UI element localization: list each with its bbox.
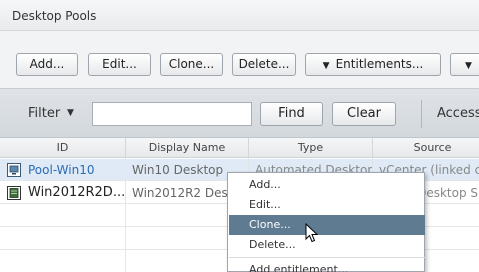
- column-header-display-name[interactable]: Display Name: [126, 138, 249, 158]
- title-bar: Desktop Pools: [0, 0, 479, 31]
- delete-button[interactable]: Delete...: [232, 53, 296, 76]
- dropdown-arrow-icon[interactable]: ▼: [67, 108, 74, 118]
- context-menu-add[interactable]: Add...: [229, 175, 425, 195]
- pool-id-link[interactable]: Win2012R2D...: [22, 182, 126, 204]
- pool-desktop-icon: [7, 163, 21, 177]
- dropdown-arrow-icon: ▼: [322, 61, 330, 71]
- clear-button[interactable]: Clear: [332, 102, 396, 126]
- context-menu-delete[interactable]: Delete...: [229, 235, 425, 255]
- add-button[interactable]: Add...: [16, 53, 78, 76]
- search-input[interactable]: [92, 102, 252, 126]
- entitlements-button[interactable]: ▼ Entitlements...: [305, 53, 441, 76]
- context-menu-clone[interactable]: Clone...: [229, 215, 425, 235]
- toolbar: Add... Edit... Clone... Delete... ▼ Entit…: [0, 31, 479, 88]
- entitlements-label: Entitlements...: [335, 57, 424, 71]
- more-button[interactable]: ▼: [450, 53, 479, 76]
- filter-bar: Filter ▼ Find Clear Access: [0, 88, 479, 138]
- toolbar-separator: [421, 100, 422, 128]
- pool-id-link[interactable]: Pool-Win10: [22, 159, 126, 181]
- mouse-cursor-icon: [305, 223, 319, 243]
- access-filter-label[interactable]: Access: [437, 106, 479, 121]
- context-menu-edit[interactable]: Edit...: [229, 195, 425, 215]
- find-button[interactable]: Find: [260, 102, 323, 126]
- table-header: ID Display Name Type Source: [0, 138, 479, 158]
- context-menu: Add... Edit... Clone... Delete... Add en…: [227, 172, 425, 272]
- column-header-source[interactable]: Source: [373, 138, 479, 158]
- dropdown-arrow-icon: ▼: [465, 61, 472, 71]
- column-header-type[interactable]: Type: [249, 138, 373, 158]
- pool-server-icon: [7, 186, 21, 200]
- filter-label[interactable]: Filter: [28, 106, 60, 121]
- context-menu-add-entitlement[interactable]: Add entitlement...: [229, 260, 425, 272]
- clone-button[interactable]: Clone...: [160, 53, 223, 76]
- edit-button[interactable]: Edit...: [88, 53, 151, 76]
- context-menu-separator: [229, 257, 425, 258]
- page-title: Desktop Pools: [12, 9, 97, 23]
- column-header-id[interactable]: ID: [0, 138, 126, 158]
